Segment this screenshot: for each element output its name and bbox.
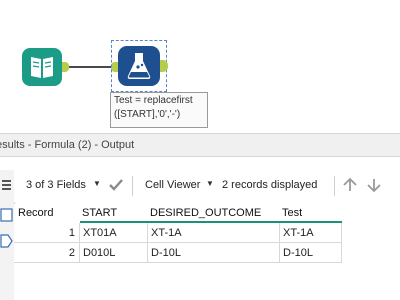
formula-tool[interactable] — [118, 46, 160, 86]
column-header-start[interactable]: START — [82, 204, 148, 222]
table-view-icon[interactable] — [0, 206, 13, 224]
records-count-label: 2 records displayed — [222, 179, 318, 191]
arrow-down-icon[interactable] — [365, 176, 383, 194]
results-side-rail — [0, 170, 15, 300]
column-header-record[interactable]: Record — [18, 204, 76, 222]
desired-outcome-cell[interactable]: XT-1A — [148, 223, 280, 243]
record-cell[interactable]: 1 — [14, 223, 80, 243]
annotation-line-1: Test = replacefirst — [114, 95, 193, 106]
record-cell[interactable]: 2 — [14, 243, 80, 263]
annotation-line-2: ([START],'0','-') — [114, 109, 181, 120]
arrow-up-icon[interactable] — [341, 176, 359, 194]
workflow-canvas[interactable]: Test = replacefirst ([START],'0','-') — [0, 0, 400, 132]
table-row[interactable]: 1 XT01A XT-1A XT-1A — [14, 223, 344, 243]
input-data-tool[interactable] — [22, 48, 62, 86]
start-cell[interactable]: D010L — [80, 243, 148, 263]
checkmark-icon[interactable] — [107, 176, 125, 194]
cell-viewer-label[interactable]: Cell Viewer — [145, 179, 200, 191]
results-grid: Record START DESIRED_OUTCOME Test 1 XT01… — [14, 204, 400, 300]
tag-icon[interactable] — [0, 232, 13, 250]
column-header-test[interactable]: Test — [282, 204, 342, 222]
desired-outcome-cell[interactable]: D-10L — [148, 243, 280, 263]
flask-icon — [127, 53, 151, 79]
list-icon[interactable] — [0, 176, 13, 194]
formula-output-anchor[interactable] — [160, 60, 168, 72]
fields-selector-label[interactable]: 3 of 3 Fields — [26, 179, 86, 191]
test-cell[interactable]: D-10L — [280, 243, 342, 263]
input-output-anchor[interactable] — [62, 62, 69, 72]
panel-title: esults - Formula (2) - Output — [0, 139, 135, 151]
results-toolbar: 3 of 3 Fields ▼ Cell Viewer ▼ 2 records … — [14, 170, 400, 202]
connection-line[interactable] — [69, 66, 111, 68]
results-panel-header: esults - Formula (2) - Output — [0, 133, 400, 157]
table-row[interactable]: 2 D010L D-10L D-10L — [14, 243, 344, 263]
formula-annotation: Test = replacefirst ([START],'0','-') — [110, 92, 208, 128]
column-header-desired-outcome[interactable]: DESIRED_OUTCOME — [150, 204, 280, 222]
chevron-down-icon[interactable]: ▼ — [206, 179, 214, 188]
toolbar-divider — [334, 176, 335, 196]
chevron-down-icon[interactable]: ▼ — [93, 179, 101, 188]
toolbar-divider — [132, 176, 133, 196]
book-icon — [31, 57, 53, 78]
start-cell[interactable]: XT01A — [80, 223, 148, 243]
test-cell[interactable]: XT-1A — [280, 223, 342, 243]
